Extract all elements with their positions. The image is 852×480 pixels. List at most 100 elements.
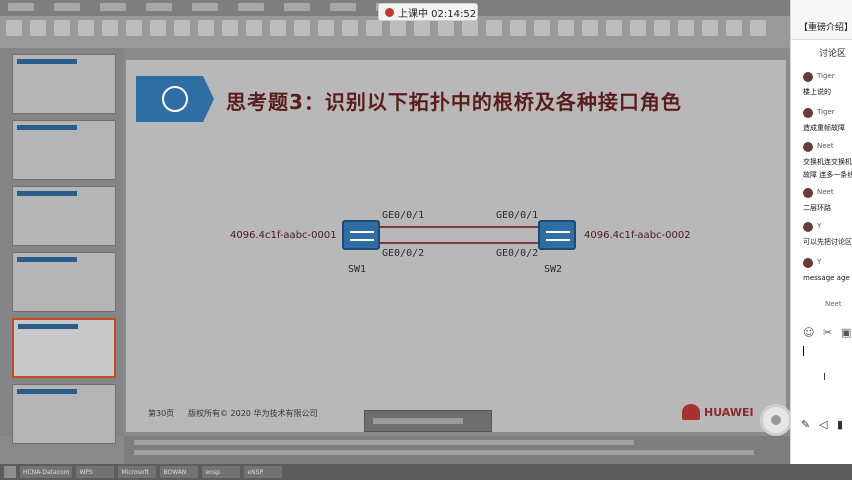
picture-icon xyxy=(162,86,188,112)
ribbon-icon[interactable] xyxy=(678,20,694,36)
sw1-bridge-id: 4096.4c1f-aabc-0001 xyxy=(230,230,337,241)
thumb-title xyxy=(17,125,77,130)
chat-author: Tiger xyxy=(817,108,835,116)
huawei-logo-icon xyxy=(682,404,700,420)
chat-text: 楼上说的 xyxy=(803,88,831,96)
ribbon-icon[interactable] xyxy=(414,20,430,36)
presenter-camera[interactable] xyxy=(760,404,792,436)
ribbon-icon[interactable] xyxy=(534,20,550,36)
switch-sw2-icon xyxy=(538,220,576,250)
avatar xyxy=(803,72,813,82)
avatar xyxy=(803,258,813,268)
recording-status[interactable]: 上课中 02:14:52 xyxy=(378,3,478,21)
menu-item[interactable] xyxy=(100,3,126,11)
ribbon-icon[interactable] xyxy=(30,20,46,36)
ribbon-icon[interactable] xyxy=(198,20,214,36)
menu-item[interactable] xyxy=(54,3,80,11)
thumb-title xyxy=(17,59,77,64)
ribbon-icon[interactable] xyxy=(150,20,166,36)
chat-text: 可以先把讨论区 xyxy=(803,238,852,246)
taskbar-item[interactable]: WPS xyxy=(76,466,115,478)
slide-thumbnail[interactable] xyxy=(12,54,116,114)
chat-author: Neet xyxy=(817,142,834,150)
taskbar-item[interactable]: HCNA-Datacom xyxy=(20,466,73,478)
more-icon[interactable]: ▮ xyxy=(837,418,843,431)
chat-author: Tiger xyxy=(817,72,835,80)
message-input[interactable] xyxy=(803,346,804,356)
start-button[interactable] xyxy=(4,466,16,478)
record-dot-icon xyxy=(385,7,394,17)
sw2-port-bottom: GE0/0/2 xyxy=(496,248,539,259)
ribbon-icon[interactable] xyxy=(486,20,502,36)
slide-page-number: 第30页 xyxy=(148,409,175,418)
title-banner xyxy=(136,76,214,122)
emoji-icon[interactable]: ☺ xyxy=(803,326,814,339)
taskbar-item[interactable]: BOWAN xyxy=(160,466,199,478)
sw1-label: SW1 xyxy=(348,264,367,275)
image-icon[interactable]: ▣ xyxy=(841,326,851,339)
taskbar-item[interactable]: Microsoft xyxy=(118,466,157,478)
menu-item[interactable] xyxy=(238,3,264,11)
arrow xyxy=(546,239,570,241)
ribbon-icon[interactable] xyxy=(174,20,190,36)
menu-item[interactable] xyxy=(330,3,356,11)
discussion-panel: 【重磅介绍】 讨论区 Tiger 楼上说的 Tiger 造成重帧故障 Neet … xyxy=(790,0,852,464)
ribbon-icon[interactable] xyxy=(654,20,670,36)
slide-thumbnail[interactable] xyxy=(12,252,116,312)
sw1-port-top: GE0/0/1 xyxy=(382,210,425,221)
pen-icon[interactable]: ✎ xyxy=(801,418,810,431)
menu-item[interactable] xyxy=(192,3,218,11)
chat-text: 二层环路 xyxy=(803,204,831,212)
slide-copyright: 版权所有© 2020 华为技术有限公司 xyxy=(188,409,318,418)
ribbon-icon[interactable] xyxy=(6,20,22,36)
slide-thumbnail[interactable] xyxy=(12,384,116,444)
ribbon-icon[interactable] xyxy=(342,20,358,36)
ribbon-icon[interactable] xyxy=(294,20,310,36)
chat-author: Neet xyxy=(817,188,834,196)
ribbon-icon[interactable] xyxy=(726,20,742,36)
slide-thumbnail[interactable] xyxy=(12,120,116,180)
ribbon-icon[interactable] xyxy=(390,20,406,36)
taskbar-item[interactable]: ensp xyxy=(202,466,241,478)
notes-line xyxy=(134,450,754,455)
ribbon-icon[interactable] xyxy=(246,20,262,36)
slide-thumbnail-active[interactable] xyxy=(12,318,116,378)
ribbon-icon[interactable] xyxy=(270,20,286,36)
ribbon-icon[interactable] xyxy=(54,20,70,36)
ribbon-icon[interactable] xyxy=(630,20,646,36)
scissors-icon[interactable]: ✂ xyxy=(823,326,832,339)
avatar xyxy=(803,142,813,152)
menu-item[interactable] xyxy=(284,3,310,11)
ribbon-icon[interactable] xyxy=(126,20,142,36)
avatar xyxy=(803,108,813,118)
ribbon-icon[interactable] xyxy=(438,20,454,36)
taskbar-item[interactable]: eNSP xyxy=(244,466,283,478)
ribbon-icon[interactable] xyxy=(606,20,622,36)
notes-line xyxy=(134,440,634,445)
ribbon-icon[interactable] xyxy=(702,20,718,36)
chat-text: message age xyxy=(803,274,850,282)
speaker-icon[interactable]: ◁ xyxy=(819,418,827,431)
ribbon-icon[interactable] xyxy=(78,20,94,36)
overlay-bar xyxy=(364,410,492,432)
ribbon-icon[interactable] xyxy=(750,20,766,36)
menu-item[interactable] xyxy=(146,3,172,11)
speaker-notes[interactable] xyxy=(124,436,790,464)
switch-sw1-icon xyxy=(342,220,380,250)
ribbon-icon[interactable] xyxy=(102,20,118,36)
slide-thumbnail[interactable] xyxy=(12,186,116,246)
ribbon-icon[interactable] xyxy=(582,20,598,36)
slide-title: 思考题3：识别以下拓扑中的根桥及各种接口角色 xyxy=(226,90,682,114)
ribbon-icon[interactable] xyxy=(366,20,382,36)
menu-item[interactable] xyxy=(8,3,34,11)
ribbon-icon[interactable] xyxy=(318,20,334,36)
panel-tab[interactable]: 【重磅介绍】 xyxy=(799,20,852,33)
ribbon-icon[interactable] xyxy=(558,20,574,36)
text-cursor-icon: I xyxy=(823,372,826,383)
recording-label: 上课中 02:14:52 xyxy=(398,8,477,20)
slide-canvas[interactable]: 思考题3：识别以下拓扑中的根桥及各种接口角色 4096.4c1f-aabc-00… xyxy=(126,60,786,432)
ribbon-icon[interactable] xyxy=(222,20,238,36)
arrow xyxy=(350,239,374,241)
ribbon-icon[interactable] xyxy=(462,20,478,36)
ribbon-icon[interactable] xyxy=(510,20,526,36)
